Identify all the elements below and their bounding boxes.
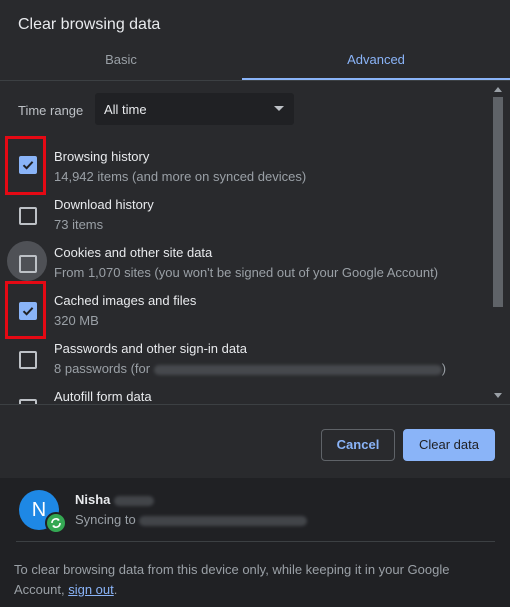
list-item-cookies: Cookies and other site data From 1,070 s…: [0, 241, 494, 289]
highlight-box: [5, 281, 46, 339]
download-history-checkbox[interactable]: [19, 207, 37, 225]
autofill-checkbox[interactable]: [19, 399, 37, 404]
list-item-cached-images: Cached images and files 320 MB: [0, 289, 494, 337]
scrollbar-thumb[interactable]: [493, 97, 503, 307]
clear-data-button[interactable]: Clear data: [403, 429, 495, 461]
time-range-select[interactable]: All time: [95, 93, 294, 125]
highlight-box: [5, 136, 46, 195]
scrollbar[interactable]: [492, 81, 504, 404]
item-subtitle: 73 items: [54, 217, 104, 232]
redacted-text: [153, 364, 442, 375]
sign-out-notice: To clear browsing data from this device …: [14, 560, 484, 600]
account-section: N Nisha Syncing to To clear browsing dat…: [0, 478, 510, 607]
item-subtitle: 320 MB: [54, 313, 99, 328]
item-title: Passwords and other sign-in data: [54, 341, 247, 356]
advanced-options-panel: Time range All time Browsing history 14,…: [0, 81, 510, 405]
item-subtitle: From 1,070 sites (you won't be signed ou…: [54, 265, 439, 280]
tab-advanced[interactable]: Advanced: [242, 42, 510, 80]
tab-basic[interactable]: Basic: [0, 42, 242, 80]
time-range-label: Time range: [18, 103, 84, 118]
item-title: Cookies and other site data: [54, 245, 213, 260]
passwords-checkbox[interactable]: [19, 351, 37, 369]
item-subtitle: 8 passwords (for ): [54, 361, 446, 376]
item-title: Download history: [54, 197, 154, 212]
dialog-title: Clear browsing data: [18, 16, 161, 33]
scroll-down-icon[interactable]: [494, 393, 502, 398]
cookies-checkbox[interactable]: [19, 255, 37, 273]
divider: [16, 541, 495, 542]
sync-arrows-icon: [51, 518, 61, 528]
item-title: Autofill form data: [54, 389, 152, 404]
list-item-passwords: Passwords and other sign-in data 8 passw…: [0, 337, 494, 385]
item-subtitle-prefix: 8 passwords (for: [54, 361, 151, 376]
account-sync-status: Syncing to: [75, 512, 308, 527]
item-subtitle: 14,942 items (and more on synced devices…: [54, 169, 307, 184]
sync-icon: [45, 512, 67, 534]
redacted-text: [114, 495, 155, 506]
item-title: Browsing history: [54, 149, 150, 164]
list-item-download-history: Download history 73 items: [0, 193, 494, 241]
redacted-text: [139, 515, 308, 526]
clear-browsing-data-dialog: Clear browsing data Basic Advanced Time …: [0, 0, 510, 607]
list-item-autofill: Autofill form data: [0, 385, 494, 404]
tab-bar: Basic Advanced: [0, 42, 510, 81]
sign-out-link[interactable]: sign out: [68, 582, 114, 597]
scroll-up-icon[interactable]: [494, 87, 502, 92]
item-subtitle-suffix: ): [441, 361, 447, 376]
footer-period: .: [113, 582, 118, 597]
cancel-button[interactable]: Cancel: [321, 429, 395, 461]
chevron-down-icon: [274, 106, 284, 111]
account-first-name: Nisha: [75, 492, 111, 507]
time-range-value: All time: [104, 102, 147, 117]
account-name: Nisha: [75, 492, 155, 507]
list-item-browsing-history: Browsing history 14,942 items (and more …: [0, 145, 494, 193]
item-title: Cached images and files: [54, 293, 197, 308]
sync-label: Syncing to: [75, 512, 136, 527]
